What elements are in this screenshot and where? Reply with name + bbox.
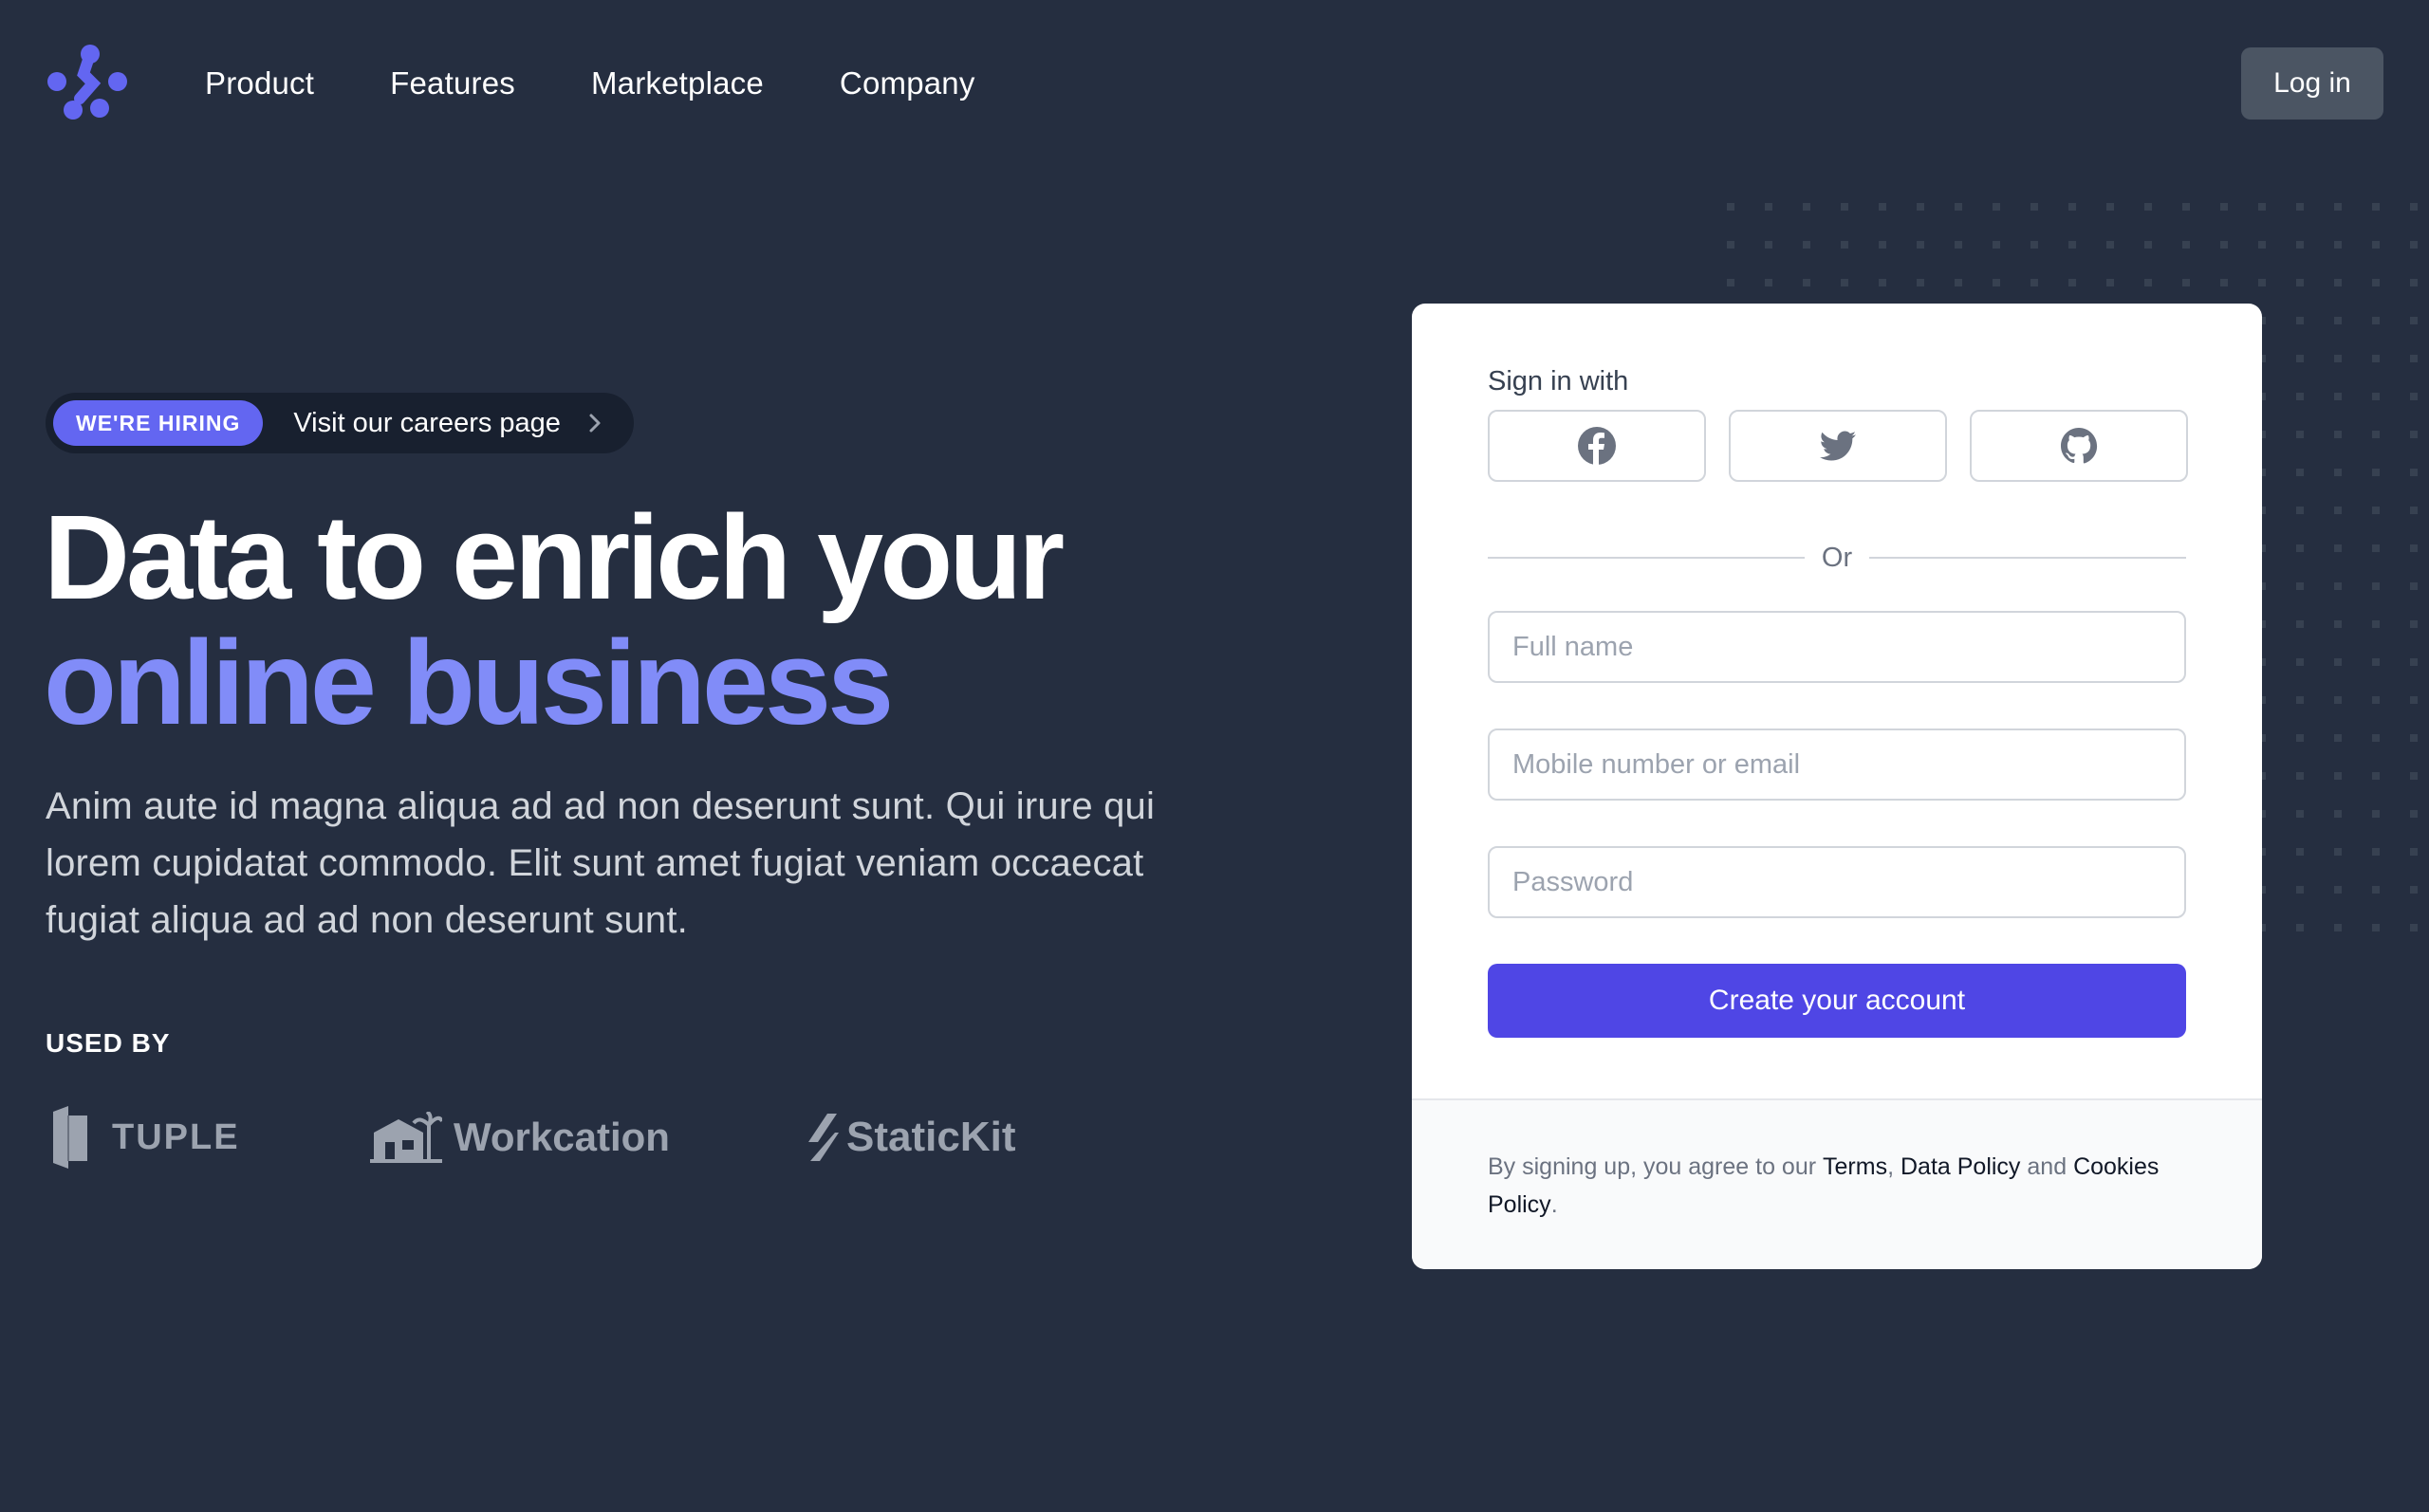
nav-product[interactable]: Product bbox=[205, 61, 314, 106]
used-by-label: USED BY bbox=[46, 1028, 171, 1058]
main-nav: Product Features Marketplace Company bbox=[205, 61, 975, 106]
full-name-input[interactable] bbox=[1488, 611, 2186, 683]
client-name-tuple: TUPLE bbox=[112, 1116, 240, 1157]
terms-comma: , bbox=[1887, 1153, 1895, 1180]
terms-prefix: By signing up, you agree to our bbox=[1488, 1153, 1817, 1180]
sign-in-with-label: Sign in with bbox=[1488, 366, 1629, 396]
landing-page: Product Features Marketplace Company Log… bbox=[0, 0, 2429, 1512]
client-logo-tuple: TUPLE bbox=[49, 1106, 240, 1169]
tuple-logo-icon bbox=[53, 1106, 87, 1169]
terms-notice: By signing up, you agree to our Terms, D… bbox=[1488, 1148, 2190, 1224]
twitter-icon bbox=[1820, 431, 1856, 461]
careers-link-text: Visit our careers page bbox=[293, 407, 561, 438]
divider-line-left bbox=[1488, 557, 1805, 559]
client-name-statickit: StaticKit bbox=[846, 1114, 1016, 1160]
terms-period: . bbox=[1550, 1191, 1558, 1218]
facebook-icon bbox=[1578, 427, 1616, 465]
nav-company[interactable]: Company bbox=[840, 61, 975, 106]
hiring-badge: WE'RE HIRING bbox=[53, 400, 264, 446]
github-icon bbox=[2061, 428, 2098, 464]
login-button[interactable]: Log in bbox=[2241, 47, 2383, 120]
careers-banner-link[interactable]: WE'RE HIRING Visit our careers page bbox=[46, 393, 634, 453]
signup-card: Sign in with Or Full name Mobile number … bbox=[1412, 304, 2262, 1269]
hero-heading: Data to enrich your online business bbox=[44, 490, 1065, 749]
mobile-or-email-input[interactable] bbox=[1488, 728, 2186, 801]
terms-and: and bbox=[2027, 1153, 2067, 1180]
password-input[interactable] bbox=[1488, 846, 2186, 918]
hero-description: Anim aute id magna aliqua ad ad non dese… bbox=[46, 785, 1156, 941]
signup-card-footer: By signing up, you agree to our Terms, D… bbox=[1412, 1098, 2262, 1269]
client-logo-workcation: Workcation bbox=[370, 1112, 670, 1163]
github-login-button[interactable] bbox=[1970, 410, 2188, 482]
nav-marketplace[interactable]: Marketplace bbox=[591, 61, 764, 106]
hero-heading-line1: Data to enrich your bbox=[44, 490, 1065, 624]
client-name-workcation: Workcation bbox=[454, 1115, 670, 1159]
brand-logo-icon[interactable] bbox=[46, 44, 129, 123]
workcation-logo-icon bbox=[370, 1112, 442, 1163]
divider-line-right bbox=[1869, 557, 2186, 559]
hero-heading-line2: online business bbox=[44, 616, 894, 749]
chevron-right-icon bbox=[589, 414, 601, 433]
create-account-button[interactable]: Create your account bbox=[1488, 964, 2186, 1038]
terms-link[interactable]: Terms bbox=[1823, 1153, 1887, 1180]
nav-features[interactable]: Features bbox=[390, 61, 515, 106]
facebook-login-button[interactable] bbox=[1488, 410, 1706, 482]
statickit-logo-icon bbox=[808, 1114, 839, 1161]
or-label: Or bbox=[1821, 542, 1853, 573]
social-login-row bbox=[1488, 410, 2188, 482]
or-divider: Or bbox=[1488, 529, 2186, 586]
twitter-login-button[interactable] bbox=[1729, 410, 1947, 482]
data-policy-link[interactable]: Data Policy bbox=[1901, 1153, 2020, 1180]
signup-form: Sign in with Or Full name Mobile number … bbox=[1412, 304, 2262, 1098]
client-logo-statickit: StaticKit bbox=[807, 1114, 1015, 1161]
